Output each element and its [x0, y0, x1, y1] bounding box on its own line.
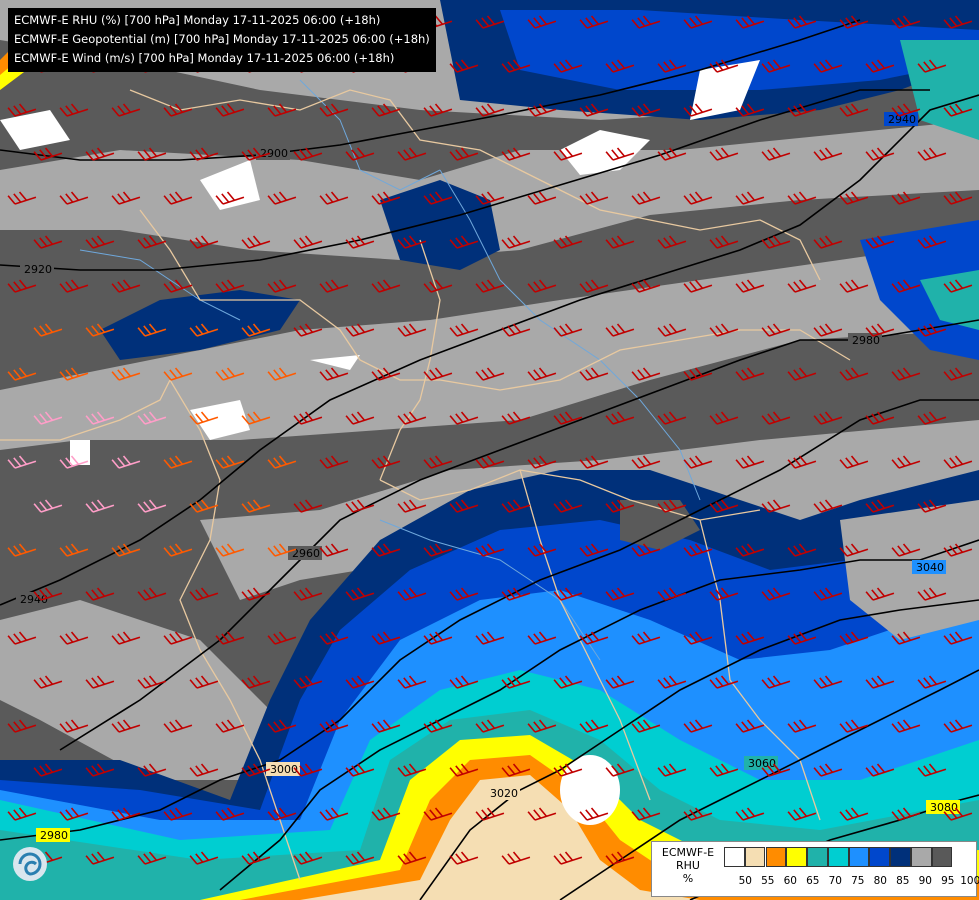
legend-swatch — [827, 847, 849, 867]
legend-tick-label: 70 — [828, 875, 842, 887]
legend-tick-label: 90 — [918, 875, 932, 887]
legend-title: ECMWF-E RHU % — [656, 846, 720, 885]
weather-map: 2900 2920 2940 2940 2960 2980 2980 3000 … — [0, 0, 979, 900]
contour-label-2900: 2900 — [260, 147, 288, 160]
legend-swatch — [911, 847, 932, 867]
contour-label-2980-east: 2980 — [852, 334, 880, 347]
legend-tick-label: 85 — [896, 875, 910, 887]
contour-label-3000: 3000 — [270, 763, 298, 776]
legend-tick-label: 65 — [806, 875, 820, 887]
humidity-field — [0, 0, 979, 900]
legend-title-unit: % — [682, 872, 694, 885]
legend-tick-label: 95 — [941, 875, 955, 887]
rhu-legend: ECMWF-E RHU % 50 55 60 65 70 75 80 85 90 95 100 — [651, 841, 979, 897]
contour-label-2960: 2960 — [292, 547, 320, 560]
legend-swatch — [931, 847, 953, 867]
title-wind: ECMWF-E Wind (m/s) [700 hPa] Monday 17-1… — [14, 51, 395, 65]
legend-title-variable: RHU — [676, 859, 700, 872]
contour-label-2980-west: 2980 — [40, 829, 68, 842]
legend-swatch — [848, 847, 870, 867]
contour-label-3040: 3040 — [916, 561, 944, 574]
contour-label-3020: 3020 — [490, 787, 518, 800]
ecmwf-swirl-logo — [10, 842, 50, 890]
legend-tick-label: 55 — [761, 875, 775, 887]
legend-swatch — [786, 847, 807, 867]
legend-swatch — [869, 847, 891, 867]
legend-title-model: ECMWF-E — [661, 846, 715, 859]
map-title-box: ECMWF-E RHU (%) [700 hPa] Monday 17-11-2… — [8, 8, 436, 72]
legend-tick-label: 75 — [851, 875, 865, 887]
legend-tick-label: 50 — [738, 875, 752, 887]
legend-swatch — [807, 847, 828, 867]
legend-tick-label: 60 — [783, 875, 797, 887]
legend-swatch — [890, 847, 911, 867]
legend-swatch — [765, 847, 787, 867]
logo-icon — [13, 847, 47, 881]
contour-label-2920: 2920 — [24, 263, 52, 276]
map-viewer: 2900 2920 2940 2940 2960 2980 2980 3000 … — [0, 0, 979, 900]
legend-swatch — [724, 847, 745, 867]
legend-swatches — [724, 847, 953, 867]
legend-ticks: 50 55 60 65 70 75 80 85 90 95 100 — [724, 875, 979, 889]
title-rhu: ECMWF-E RHU (%) [700 hPa] Monday 17-11-2… — [14, 13, 381, 27]
title-geopotential: ECMWF-E Geopotential (m) [700 hPa] Monda… — [14, 32, 430, 46]
legend-tick-label: 80 — [873, 875, 887, 887]
legend-swatch — [744, 847, 766, 867]
legend-tick-label: 100 — [960, 875, 979, 887]
